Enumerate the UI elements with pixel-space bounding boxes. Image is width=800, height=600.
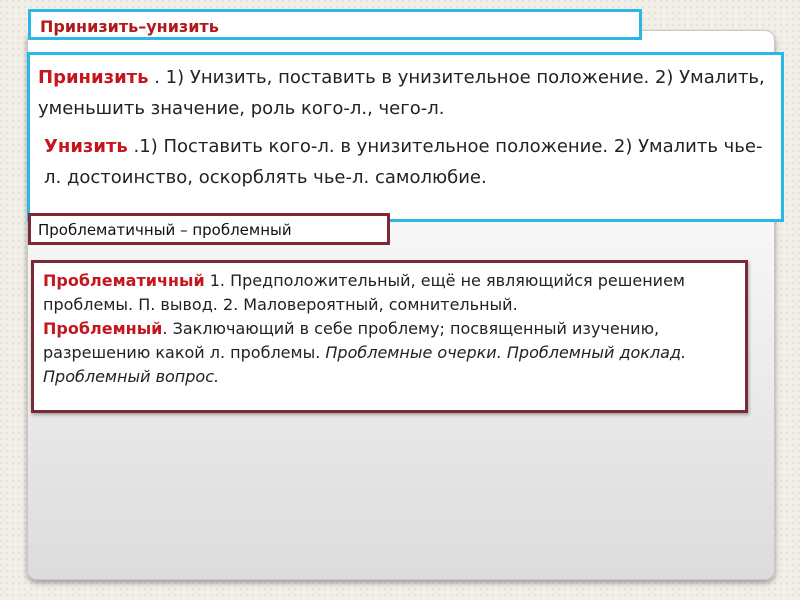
- definition-box-problem: Проблематичный 1. Предположительный, ещё…: [31, 260, 748, 413]
- term-prinizit: Принизить: [38, 67, 149, 88]
- term-unizit: Унизить: [44, 136, 128, 157]
- definition-prinizit: Принизить . 1) Унизить, поставить в униз…: [38, 62, 773, 124]
- section2-title-text: Проблематичный – проблемный: [38, 221, 292, 239]
- definition-unizit-text: .1) Поставить кого-л. в унизительное пол…: [44, 136, 763, 188]
- section2-title: Проблематичный – проблемный: [28, 213, 390, 245]
- definition-unizit: Унизить .1) Поставить кого-л. в унизител…: [38, 131, 773, 193]
- term-problematichny: Проблематичный: [43, 271, 205, 290]
- term-problemny: Проблемный: [43, 319, 163, 338]
- definition-box-prinizit-unizit: Принизить . 1) Унизить, поставить в униз…: [27, 52, 784, 222]
- slide-title-text: Принизить–унизить: [40, 17, 219, 36]
- slide-title: Принизить–унизить: [28, 9, 642, 40]
